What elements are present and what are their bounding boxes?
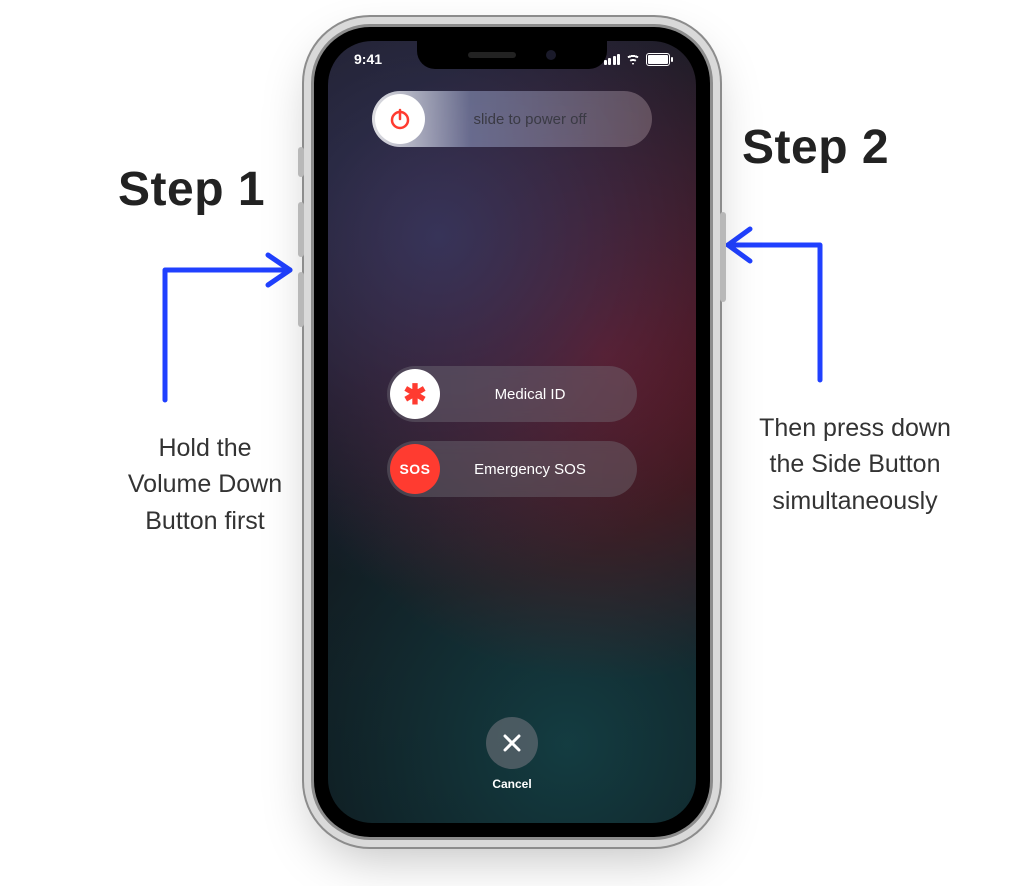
cancel-label: Cancel [486, 777, 538, 791]
cancel-button[interactable] [486, 717, 538, 769]
emergency-sos-slider[interactable]: SOS Emergency SOS [387, 441, 637, 497]
cancel-group: Cancel [486, 717, 538, 791]
emergency-sos-knob[interactable]: SOS [390, 444, 440, 494]
battery-icon [646, 53, 670, 66]
mute-switch[interactable] [298, 147, 304, 177]
power-off-slider[interactable]: slide to power off [372, 91, 652, 147]
medical-id-slider[interactable]: ✱ Medical ID [387, 366, 637, 422]
side-button[interactable] [720, 212, 726, 302]
status-bar: 9:41 [328, 49, 696, 69]
medical-id-label: Medical ID [443, 386, 637, 403]
asterisk-icon: ✱ [403, 378, 426, 411]
close-icon [501, 732, 523, 754]
phone-frame: 9:41 slide to power off ✱ Medical ID [314, 27, 710, 837]
emergency-sos-label: Emergency SOS [443, 461, 637, 478]
wifi-icon [625, 53, 641, 65]
step2-title: Step 2 [742, 120, 889, 175]
step2-arrow-icon [710, 185, 860, 395]
volume-up-button[interactable] [298, 202, 304, 257]
step2-caption: Then press downthe Side Buttonsimultaneo… [740, 410, 970, 519]
step1-arrow-icon [140, 225, 320, 415]
volume-down-button[interactable] [298, 272, 304, 327]
power-off-knob[interactable] [375, 94, 425, 144]
phone-screen: 9:41 slide to power off ✱ Medical ID [328, 41, 696, 823]
signal-icon [604, 54, 621, 65]
step1-title: Step 1 [118, 162, 265, 217]
power-off-label: slide to power off [428, 111, 652, 128]
power-icon [388, 107, 412, 131]
medical-id-knob[interactable]: ✱ [390, 369, 440, 419]
sos-icon: SOS [399, 461, 430, 477]
step1-caption: Hold theVolume DownButton first [90, 430, 320, 539]
status-time: 9:41 [354, 51, 382, 67]
